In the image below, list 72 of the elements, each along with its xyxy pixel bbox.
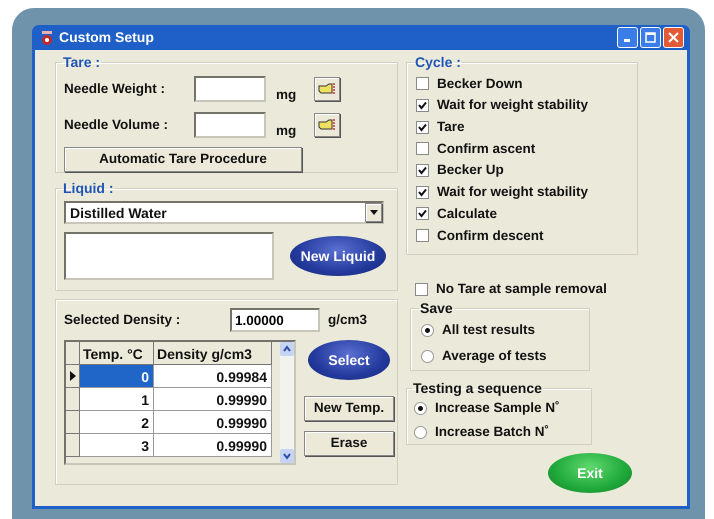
pick-button[interactable] bbox=[314, 77, 340, 102]
radio-button[interactable] bbox=[421, 350, 434, 363]
close-icon bbox=[668, 32, 679, 43]
checkbox[interactable] bbox=[416, 164, 429, 178]
checkbox-label: Becker Down bbox=[437, 74, 523, 93]
dropdown-arrow-icon bbox=[370, 210, 378, 215]
maximize-icon bbox=[645, 32, 656, 43]
checkbox[interactable] bbox=[416, 77, 429, 90]
radio-button[interactable] bbox=[421, 324, 434, 337]
unit-label: mg bbox=[276, 122, 298, 140]
input-field[interactable] bbox=[194, 76, 266, 102]
checkbox[interactable] bbox=[416, 142, 429, 156]
window-title: Custom Setup bbox=[59, 28, 154, 47]
unit-label: mg bbox=[276, 86, 298, 104]
table-cell: 3 bbox=[80, 434, 154, 457]
group-label: Liquid : bbox=[62, 181, 115, 195]
field-label: Selected Density : bbox=[64, 310, 182, 329]
close-button[interactable] bbox=[663, 27, 684, 48]
app-icon bbox=[39, 30, 55, 46]
checkbox[interactable] bbox=[416, 99, 429, 112]
checkbox-label: No Tare at sample removal bbox=[436, 280, 607, 298]
radio-label: Increase Sample N˚ bbox=[435, 399, 560, 418]
table-cell: 0 bbox=[80, 365, 154, 388]
push-button[interactable]: Erase bbox=[304, 431, 394, 456]
scrollbar[interactable] bbox=[280, 342, 294, 463]
group-label: Testing a sequence bbox=[412, 381, 543, 396]
checkbox[interactable] bbox=[416, 186, 429, 199]
automatic-tare-button[interactable]: Automatic Tare Procedure bbox=[64, 146, 302, 172]
table-cell: 0.99990 bbox=[154, 411, 272, 434]
minimize-button[interactable] bbox=[617, 27, 638, 48]
new-liquid-button[interactable]: New Liquid bbox=[290, 236, 386, 276]
table-cell: 0.99984 bbox=[154, 365, 272, 388]
radio-button[interactable] bbox=[414, 402, 427, 415]
field-label: Needle Volume : bbox=[64, 116, 170, 134]
group-label: Tare : bbox=[62, 55, 102, 69]
liquid-dropdown[interactable]: Distilled Water bbox=[64, 201, 384, 224]
table-cell: 2 bbox=[80, 411, 154, 434]
checkbox[interactable] bbox=[416, 207, 429, 220]
radio-label: All test results bbox=[442, 321, 536, 340]
column-header: Density g/cm3 bbox=[154, 342, 272, 365]
checkbox-label: Wait for weight stability bbox=[437, 183, 588, 202]
oval-button[interactable]: Select bbox=[308, 340, 390, 380]
checkbox-label: Becker Up bbox=[437, 161, 504, 180]
checkbox-label: Wait for weight stability bbox=[437, 96, 588, 114]
dropdown-value: Distilled Water bbox=[69, 204, 168, 222]
group-label: Cycle : bbox=[414, 55, 462, 69]
checkbox[interactable] bbox=[415, 282, 428, 296]
table-cell: 1 bbox=[80, 388, 154, 411]
row-header[interactable] bbox=[66, 365, 80, 388]
table-cell: 0.99990 bbox=[154, 388, 272, 411]
radio-button[interactable] bbox=[414, 426, 427, 439]
scroll-down-icon[interactable] bbox=[280, 449, 294, 463]
scroll-up-icon[interactable] bbox=[280, 342, 294, 356]
maximize-button[interactable] bbox=[640, 27, 661, 48]
radio-label: Increase Batch N˚ bbox=[435, 423, 550, 442]
checkbox-label: Confirm ascent bbox=[437, 140, 536, 158]
field-label: Needle Weight : bbox=[64, 80, 166, 98]
input-field[interactable] bbox=[194, 112, 266, 138]
push-button[interactable]: New Temp. bbox=[304, 396, 394, 421]
radio-label: Average of tests bbox=[442, 347, 547, 366]
table-cell: 0.99990 bbox=[154, 434, 272, 457]
checkbox[interactable] bbox=[416, 229, 429, 242]
checkbox[interactable] bbox=[416, 120, 429, 134]
checkbox-label: Tare bbox=[437, 118, 465, 136]
column-header: Temp. °C bbox=[80, 342, 154, 365]
liquid-notes-field[interactable] bbox=[64, 232, 274, 280]
pick-button[interactable] bbox=[314, 113, 340, 138]
checkbox-label: Confirm descent bbox=[437, 226, 544, 245]
checkbox-label: Calculate bbox=[437, 204, 498, 223]
group-label: Save bbox=[419, 301, 454, 316]
unit-label: g/cm3 bbox=[328, 310, 368, 329]
density-field[interactable]: 1.00000 bbox=[230, 308, 320, 332]
